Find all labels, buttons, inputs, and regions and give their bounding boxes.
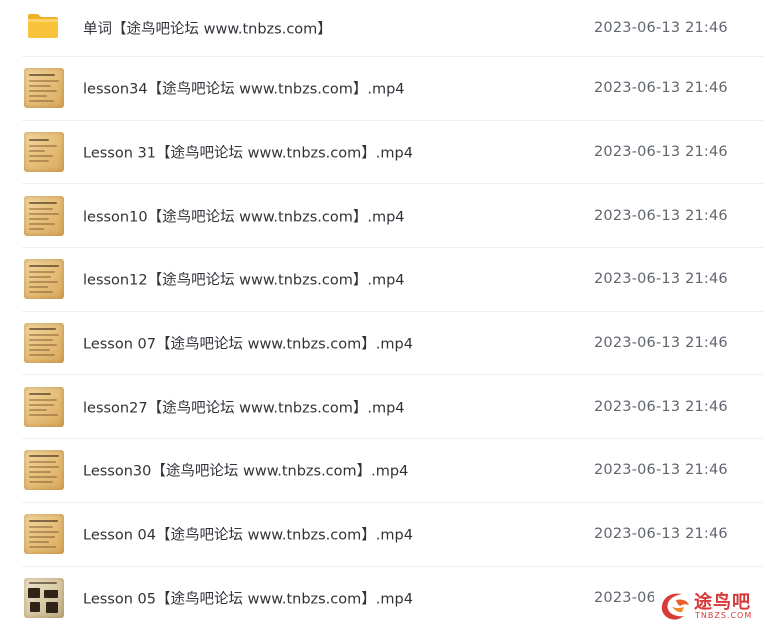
- video-thumbnail-icon: [24, 68, 64, 109]
- list-item[interactable]: lesson27【途鸟吧论坛 www.tnbzs.com】.mp4 2023-0…: [22, 375, 764, 440]
- file-name: Lesson 07【途鸟吧论坛 www.tnbzs.com】.mp4: [83, 336, 413, 353]
- file-modified-time: 2023-06-: [594, 590, 662, 607]
- video-thumbnail-icon: [24, 195, 64, 236]
- video-thumbnail-icon: [24, 514, 64, 555]
- list-item[interactable]: Lesson 04【途鸟吧论坛 www.tnbzs.com】.mp4 2023-…: [22, 503, 764, 567]
- file-modified-time: 2023-06-13 21:46: [594, 80, 728, 97]
- file-name: lesson34【途鸟吧论坛 www.tnbzs.com】.mp4: [83, 81, 405, 98]
- list-item[interactable]: lesson12【途鸟吧论坛 www.tnbzs.com】.mp4 2023-0…: [22, 248, 764, 312]
- list-item[interactable]: Lesson30【途鸟吧论坛 www.tnbzs.com】.mp4 2023-0…: [22, 439, 764, 503]
- list-item[interactable]: Lesson 31【途鸟吧论坛 www.tnbzs.com】.mp4 2023-…: [22, 121, 764, 185]
- file-modified-time: 2023-06-13 21:46: [594, 20, 728, 36]
- file-name: 单词【途鸟吧论坛 www.tnbzs.com】: [83, 21, 332, 38]
- video-thumbnail-icon: [24, 259, 64, 300]
- file-modified-time: 2023-06-13 21:46: [594, 462, 728, 479]
- file-modified-time: 2023-06-13 21:46: [594, 398, 728, 415]
- file-modified-time: 2023-06-13 21:46: [594, 271, 728, 288]
- file-name: Lesson 31【途鸟吧论坛 www.tnbzs.com】.mp4: [83, 145, 413, 162]
- video-thumbnail-icon: [24, 578, 64, 619]
- file-name: Lesson 05【途鸟吧论坛 www.tnbzs.com】.mp4: [83, 591, 413, 608]
- watermark: 途鸟吧 TNBZS.COM: [654, 586, 758, 626]
- file-modified-time: 2023-06-13 21:46: [594, 526, 728, 543]
- watermark-subtext: TNBZS.COM: [695, 611, 753, 620]
- tnbzs-logo-icon: [661, 593, 689, 620]
- video-thumbnail-icon: [24, 132, 64, 173]
- list-item[interactable]: Lesson 05【途鸟吧论坛 www.tnbzs.com】.mp4 2023-…: [22, 567, 764, 630]
- file-name: lesson10【途鸟吧论坛 www.tnbzs.com】.mp4: [83, 209, 405, 226]
- list-item[interactable]: lesson10【途鸟吧论坛 www.tnbzs.com】.mp4 2023-0…: [22, 184, 764, 249]
- file-name: lesson27【途鸟吧论坛 www.tnbzs.com】.mp4: [83, 400, 405, 417]
- file-modified-time: 2023-06-13 21:46: [594, 144, 728, 161]
- video-thumbnail-icon: [24, 450, 64, 491]
- file-name: lesson12【途鸟吧论坛 www.tnbzs.com】.mp4: [83, 272, 405, 289]
- list-item[interactable]: Lesson 07【途鸟吧论坛 www.tnbzs.com】.mp4 2023-…: [22, 312, 764, 376]
- video-thumbnail-icon: [24, 386, 64, 427]
- video-thumbnail-icon: [24, 323, 64, 364]
- file-list: 单词【途鸟吧论坛 www.tnbzs.com】 2023-06-13 21:46…: [0, 0, 764, 630]
- file-name: Lesson 04【途鸟吧论坛 www.tnbzs.com】.mp4: [83, 527, 413, 544]
- file-modified-time: 2023-06-13 21:46: [594, 207, 728, 224]
- folder-icon: [28, 14, 58, 38]
- file-name: Lesson30【途鸟吧论坛 www.tnbzs.com】.mp4: [83, 463, 409, 480]
- list-item[interactable]: 单词【途鸟吧论坛 www.tnbzs.com】 2023-06-13 21:46: [22, 0, 764, 57]
- list-item[interactable]: lesson34【途鸟吧论坛 www.tnbzs.com】.mp4 2023-0…: [22, 57, 764, 121]
- file-modified-time: 2023-06-13 21:46: [594, 335, 728, 352]
